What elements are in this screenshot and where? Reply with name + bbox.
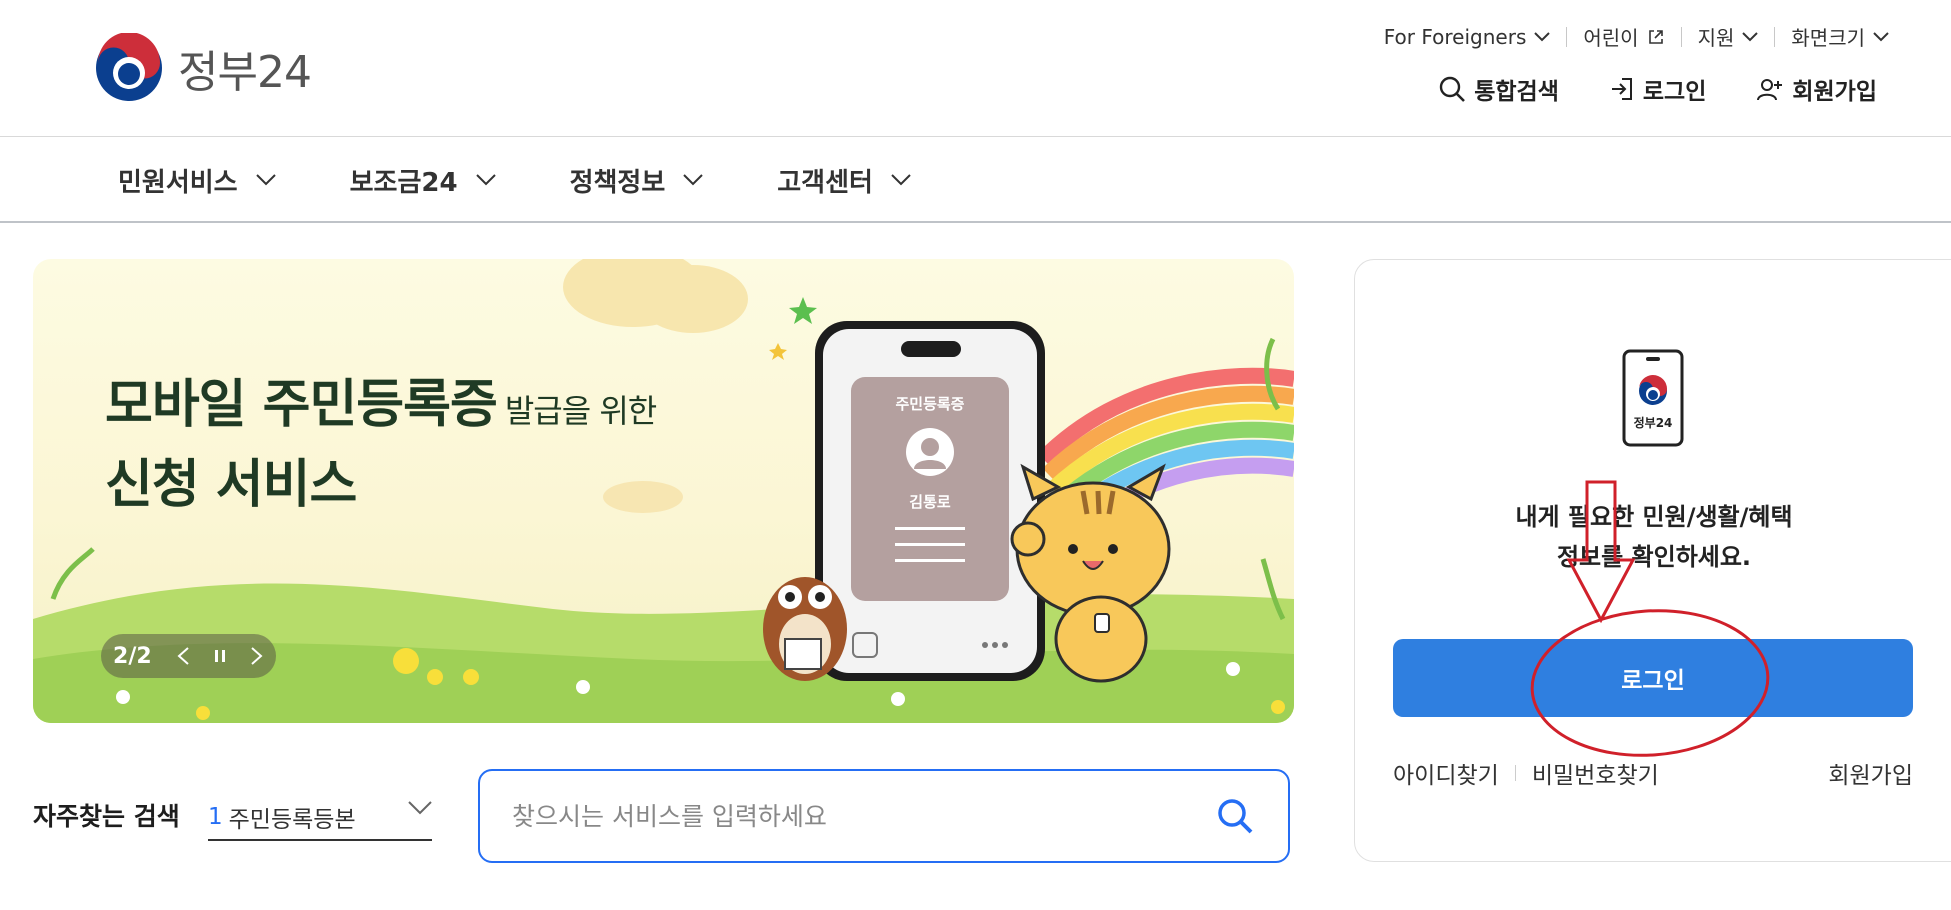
nav-item-customer-center[interactable]: 고객센터 bbox=[777, 162, 911, 199]
search-button[interactable] bbox=[1216, 797, 1254, 839]
slide-indicator: 2/2 bbox=[113, 643, 152, 669]
divider bbox=[1774, 26, 1776, 47]
login-panel-message: 내게 필요한 민원/생활/혜택 정보를 확인하세요. bbox=[1354, 497, 1951, 577]
nav-divider bbox=[0, 221, 1951, 223]
nav-item-policy-info[interactable]: 정책정보 bbox=[570, 162, 704, 199]
banner-headline-line2: 신청 서비스 bbox=[105, 455, 357, 515]
nav-item-label: 고객센터 bbox=[777, 167, 873, 198]
header-login-label: 로그인 bbox=[1642, 79, 1707, 105]
pause-icon[interactable] bbox=[214, 648, 226, 664]
main-nav: 민원서비스 보조금24 정책정보 고객센터 bbox=[118, 160, 985, 200]
header-actions: 통합검색 로그인 회원가입 bbox=[1438, 72, 1877, 106]
divider bbox=[1680, 26, 1682, 47]
banner-headline-sub: 발급을 위한 bbox=[504, 392, 657, 430]
header-divider bbox=[0, 136, 1951, 137]
util-screen-size[interactable]: 화면크기 bbox=[1791, 22, 1889, 51]
integrated-search-label: 통합검색 bbox=[1474, 79, 1559, 105]
search-icon bbox=[1440, 76, 1466, 102]
nav-item-label: 보조금24 bbox=[349, 167, 458, 198]
find-password-link[interactable]: 비밀번호찾기 bbox=[1532, 756, 1659, 790]
util-foreigners-label: For Foreigners bbox=[1383, 24, 1527, 49]
divider bbox=[1566, 26, 1568, 47]
nav-item-civil-service[interactable]: 민원서비스 bbox=[118, 162, 276, 199]
frequent-search-label: 자주찾는 검색 bbox=[33, 802, 180, 831]
frequent-search-rank: 1 bbox=[208, 804, 223, 830]
nav-item-subsidy24[interactable]: 보조금24 bbox=[350, 162, 496, 199]
site-logo[interactable]: 정부24 bbox=[94, 33, 312, 103]
device-logo-text: 정부24 bbox=[1634, 415, 1673, 430]
frequent-search-value: 주민등록등본 bbox=[228, 807, 356, 833]
util-foreigners[interactable]: For Foreigners bbox=[1384, 25, 1551, 49]
next-slide-icon[interactable] bbox=[250, 646, 264, 666]
chevron-down-icon bbox=[408, 801, 432, 815]
signup-link[interactable]: 회원가입 bbox=[1828, 756, 1913, 790]
divider bbox=[1514, 765, 1516, 781]
login-message-line1: 내게 필요한 민원/생활/혜택 bbox=[1515, 503, 1793, 531]
chevron-down-icon bbox=[683, 174, 703, 186]
chevron-down-icon bbox=[891, 174, 911, 186]
banner-headline-main: 모바일 주민등록증 bbox=[105, 375, 498, 435]
add-user-icon bbox=[1757, 79, 1783, 101]
frequent-search-select[interactable]: 1 주민등록등본 bbox=[208, 795, 432, 841]
header-signup-button[interactable]: 회원가입 bbox=[1756, 72, 1877, 106]
login-message-line2: 정보를 확인하세요. bbox=[1556, 543, 1752, 571]
nav-item-label: 정책정보 bbox=[569, 167, 666, 198]
util-support[interactable]: 지원 bbox=[1698, 22, 1759, 51]
integrated-search-button[interactable]: 통합검색 bbox=[1438, 72, 1559, 106]
phone-card-title: 주민등록증 bbox=[895, 395, 964, 413]
search-input[interactable] bbox=[510, 800, 1194, 832]
login-links: 아이디찾기 비밀번호찾기 회원가입 bbox=[1393, 756, 1913, 790]
chevron-down-icon bbox=[475, 174, 496, 186]
banner-headline: 모바일 주민등록증 발급을 위한 bbox=[105, 379, 657, 431]
find-id-link[interactable]: 아이디찾기 bbox=[1393, 756, 1499, 790]
login-icon bbox=[1611, 78, 1632, 100]
header-login-button[interactable]: 로그인 bbox=[1609, 72, 1706, 106]
chevron-down-icon bbox=[1534, 31, 1551, 41]
phone-card-name: 김통로 bbox=[909, 493, 951, 511]
chevron-down-icon bbox=[255, 174, 276, 186]
chevron-down-icon bbox=[1873, 31, 1889, 41]
search-box bbox=[478, 769, 1290, 863]
main-banner[interactable]: 주민등록증 김통로 모바일 주민등록증 발급을 위한 신청 서비스 2/2 bbox=[33, 259, 1294, 723]
nav-item-label: 민원서비스 bbox=[118, 167, 238, 198]
login-button[interactable]: 로그인 bbox=[1393, 639, 1913, 717]
search-icon bbox=[1218, 799, 1253, 834]
external-link-icon bbox=[1648, 29, 1663, 44]
util-support-label: 지원 bbox=[1697, 26, 1735, 50]
utility-menu: For Foreigners 어린이 지원 화면크기 bbox=[1384, 22, 1889, 51]
banner-controls: 2/2 bbox=[101, 634, 276, 678]
taegeuk-logo-icon bbox=[96, 33, 162, 101]
util-kids-label: 어린이 bbox=[1583, 26, 1639, 50]
logo-text: 정부24 bbox=[178, 47, 312, 98]
mobile-device-icon: 정부24 bbox=[1622, 349, 1684, 447]
util-screen-size-label: 화면크기 bbox=[1791, 26, 1865, 50]
header-signup-label: 회원가입 bbox=[1792, 79, 1877, 105]
chevron-down-icon bbox=[1742, 31, 1759, 41]
util-kids[interactable]: 어린이 bbox=[1583, 22, 1664, 51]
prev-slide-icon[interactable] bbox=[176, 646, 190, 666]
